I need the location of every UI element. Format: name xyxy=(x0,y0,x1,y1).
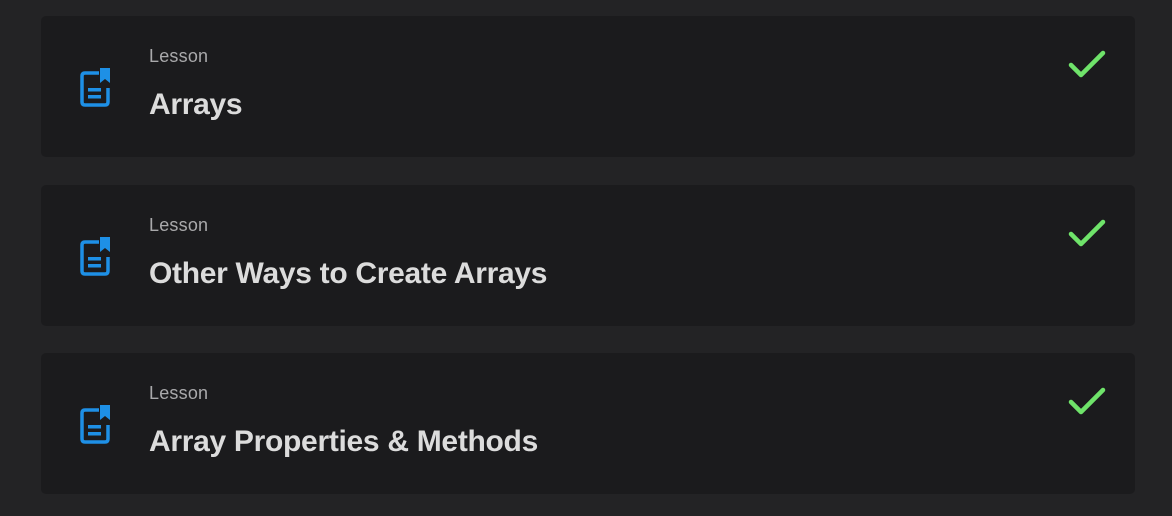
lesson-card[interactable]: Lesson Array Properties & Methods xyxy=(41,353,1135,494)
lesson-title[interactable]: Arrays xyxy=(149,88,243,122)
checkmark-icon xyxy=(1068,387,1106,415)
lesson-type-label: Lesson xyxy=(149,383,209,403)
lesson-title[interactable]: Other Ways to Create Arrays xyxy=(149,257,547,291)
lesson-card[interactable]: Lesson Arrays xyxy=(41,16,1135,157)
lesson-document-icon xyxy=(80,68,110,107)
lesson-list: Lesson Arrays Lesson Other Ways to Creat… xyxy=(0,0,1172,516)
lesson-type-label: Lesson xyxy=(149,215,209,235)
checkmark-icon xyxy=(1068,50,1106,78)
lesson-type-label: Lesson xyxy=(149,46,209,66)
lesson-document-icon xyxy=(80,237,110,276)
lesson-card[interactable]: Lesson Other Ways to Create Arrays xyxy=(41,185,1135,326)
lesson-document-icon xyxy=(80,405,110,444)
checkmark-icon xyxy=(1068,219,1106,247)
lesson-title[interactable]: Array Properties & Methods xyxy=(149,425,538,459)
